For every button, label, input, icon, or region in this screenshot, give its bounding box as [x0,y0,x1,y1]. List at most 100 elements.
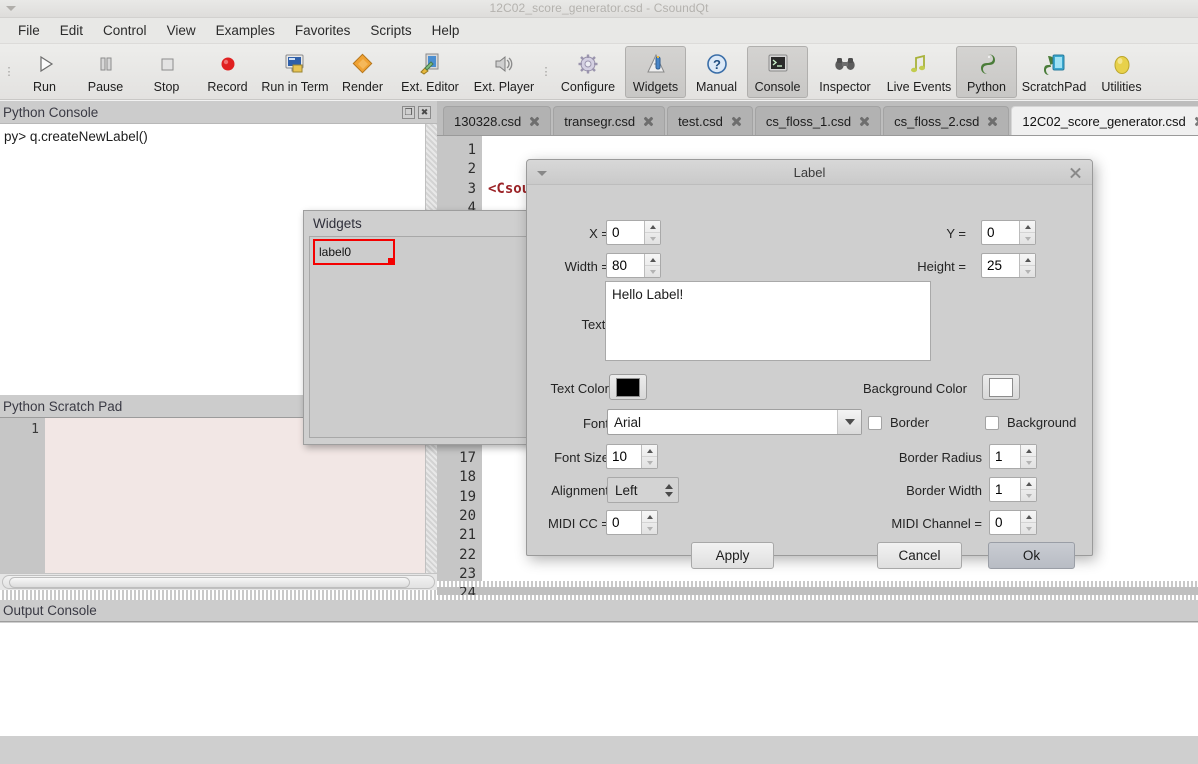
menu-item-favorites[interactable]: Favorites [285,20,361,41]
float-dock-icon[interactable]: ❐ [402,105,415,119]
spin-up-icon[interactable] [642,445,657,457]
menu-item-view[interactable]: View [157,20,206,41]
border-radius-input[interactable] [990,445,1020,468]
caret-down-icon[interactable] [537,171,547,176]
border-checkbox[interactable]: Border [868,415,929,430]
editor-tab-cs-floss-2[interactable]: cs_floss_2.csd [883,106,1010,135]
width-spinbox[interactable] [606,253,661,278]
spin-up-icon[interactable] [1020,221,1035,233]
x-spin-buttons[interactable] [644,221,660,244]
border-width-input[interactable] [990,478,1020,501]
text-textarea[interactable]: Hello Label! [605,281,931,361]
spin-down-icon[interactable] [642,523,657,534]
menu-item-control[interactable]: Control [93,20,157,41]
close-dock-icon[interactable]: ✖ [418,105,431,119]
tab-close-icon[interactable] [642,115,655,128]
border-radius-spin-buttons[interactable] [1020,445,1036,468]
spin-up-icon[interactable] [1021,478,1036,490]
toolbar-button-record[interactable]: Record [197,46,258,98]
midi-channel-spin-buttons[interactable] [1020,511,1036,534]
toolbar-button-scratchpad[interactable]: ScratchPad [1017,46,1091,98]
border-width-spinbox[interactable] [989,477,1037,502]
tab-close-icon[interactable] [986,115,999,128]
tab-close-icon[interactable] [528,115,541,128]
spin-up-icon[interactable] [1020,254,1035,266]
spin-down-icon[interactable] [1021,457,1036,468]
menu-item-examples[interactable]: Examples [206,20,285,41]
alignment-combobox[interactable]: Left [607,477,679,503]
width-spin-buttons[interactable] [644,254,660,277]
height-spin-buttons[interactable] [1019,254,1035,277]
editor-tab-12C02-score-generator[interactable]: 12C02_score_generator.csd [1011,106,1198,135]
spin-down-icon[interactable] [1021,490,1036,501]
background-color-swatch-button[interactable] [982,374,1020,400]
font-size-input[interactable] [607,445,641,468]
spin-down-icon[interactable] [1021,523,1036,534]
updown-arrows-icon[interactable] [660,478,678,502]
toolbar-button-inspector[interactable]: Inspector [808,46,882,98]
editor-tab-cs-floss-1[interactable]: cs_floss_1.csd [754,106,882,135]
toolbar-button-console[interactable]: Console [747,46,808,98]
font-size-spin-buttons[interactable] [641,445,657,468]
tab-close-icon[interactable] [730,115,743,128]
spin-down-icon[interactable] [1020,233,1035,244]
spin-up-icon[interactable] [645,254,660,266]
editor-splitter[interactable] [437,581,1198,587]
scratchpad-hscroll-track[interactable] [2,575,435,589]
toolbar-button-python[interactable]: Python [956,46,1017,98]
checkbox-box[interactable] [985,415,999,430]
y-input[interactable] [982,221,1019,244]
toolbar-button-configure[interactable]: Configure [551,46,625,98]
scratchpad-hscroll[interactable] [0,573,437,590]
background-checkbox[interactable]: Background [985,415,1076,430]
toolbar-button-live-events[interactable]: Live Events [882,46,956,98]
editor-tab-130328[interactable]: 130328.csd [443,106,552,135]
spin-up-icon[interactable] [645,221,660,233]
resize-handle[interactable] [388,258,394,264]
spin-up-icon[interactable] [1021,511,1036,523]
toolbar-button-run-in-term[interactable]: Run in Term [258,46,332,98]
menu-item-help[interactable]: Help [422,20,470,41]
toolbar-button-run[interactable]: Run [14,46,75,98]
text-color-swatch-button[interactable] [609,374,647,400]
editor-tab-transegr[interactable]: transegr.csd [553,106,666,135]
toolbar-button-widgets[interactable]: Widgets [625,46,686,98]
checkbox-box[interactable] [868,415,882,430]
midi-cc-spinbox[interactable] [606,510,658,535]
toolbar-grip-right[interactable]: ⋮ [541,44,552,100]
border-radius-spinbox[interactable] [989,444,1037,469]
apply-button[interactable]: Apply [691,542,774,569]
font-size-spinbox[interactable] [606,444,658,469]
tab-close-icon[interactable] [1193,115,1198,128]
font-combobox[interactable]: Arial [607,409,862,435]
y-spinbox[interactable] [981,220,1036,245]
border-width-spin-buttons[interactable] [1020,478,1036,501]
x-input[interactable] [607,221,644,244]
widgets-canvas[interactable]: label0 [309,236,539,438]
toolbar-button-render[interactable]: Render [332,46,393,98]
spin-up-icon[interactable] [1021,445,1036,457]
height-spinbox[interactable] [981,253,1036,278]
spin-down-icon[interactable] [1020,266,1035,277]
menu-item-edit[interactable]: Edit [50,20,93,41]
spin-down-icon[interactable] [642,457,657,468]
spin-up-icon[interactable] [642,511,657,523]
width-input[interactable] [607,254,644,277]
chevron-down-icon[interactable] [837,410,861,434]
ok-button[interactable]: Ok [988,542,1075,569]
output-console-body[interactable] [0,623,1198,736]
toolbar-button-ext-editor[interactable]: Ext. Editor [393,46,467,98]
editor-tab-test[interactable]: test.csd [667,106,753,135]
toolbar-button-pause[interactable]: Pause [75,46,136,98]
toolbar-button-stop[interactable]: Stop [136,46,197,98]
height-input[interactable] [982,254,1019,277]
midi-cc-spin-buttons[interactable] [641,511,657,534]
widget-label0[interactable]: label0 [313,239,395,265]
scratchpad-hscroll-thumb[interactable] [9,577,410,588]
midi-channel-spinbox[interactable] [989,510,1037,535]
menu-item-scripts[interactable]: Scripts [360,20,421,41]
toolbar-button-manual[interactable]: ? Manual [686,46,747,98]
midi-cc-input[interactable] [607,511,641,534]
cancel-button[interactable]: Cancel [877,542,962,569]
y-spin-buttons[interactable] [1019,221,1035,244]
